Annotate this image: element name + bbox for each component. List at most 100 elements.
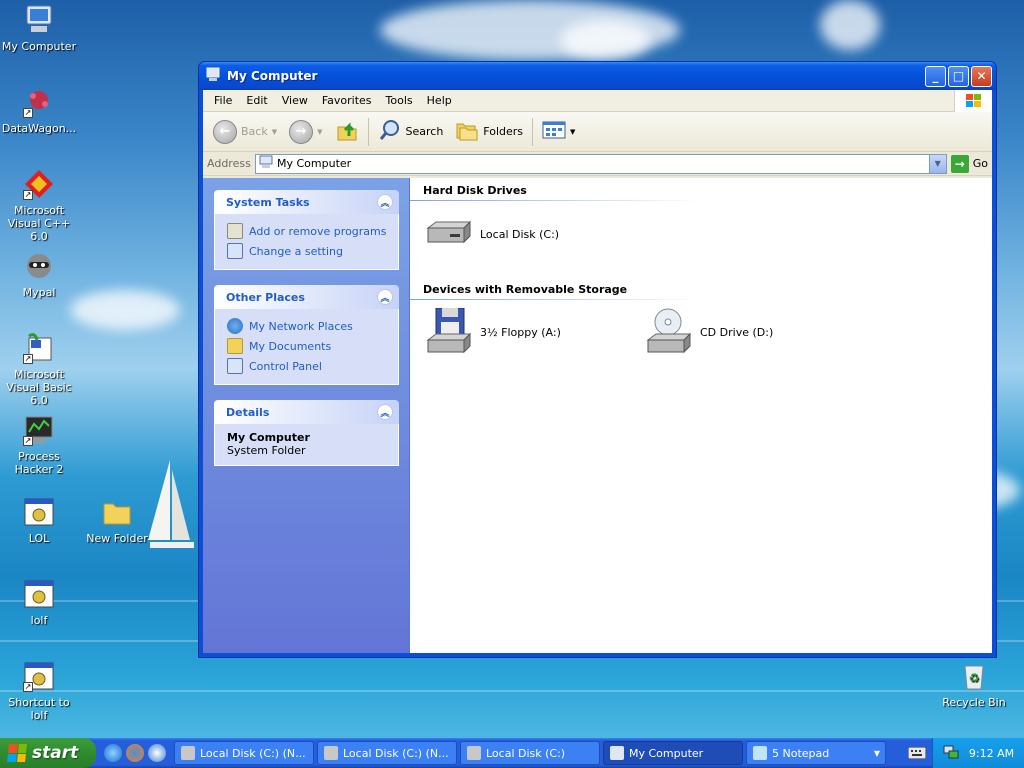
drive-floppy-a[interactable]: 3½ Floppy (A:) bbox=[424, 307, 561, 357]
media-player-icon[interactable] bbox=[148, 744, 166, 762]
computer-icon bbox=[205, 67, 221, 86]
collapse-chevron-icon[interactable]: ︽ bbox=[377, 289, 393, 305]
folders-button[interactable]: Folders bbox=[449, 118, 529, 145]
desktop-icon-label: New Folder bbox=[86, 532, 148, 545]
taskbar-button-local-disk-3[interactable]: Local Disk (C:) bbox=[460, 741, 600, 765]
views-icon bbox=[542, 120, 566, 143]
collapse-chevron-icon[interactable]: ︽ bbox=[377, 404, 393, 420]
minimize-button[interactable]: _ bbox=[925, 65, 946, 87]
shortcut-arrow-icon: ↗ bbox=[23, 354, 33, 364]
add-remove-programs-icon bbox=[227, 223, 243, 239]
place-my-network-places[interactable]: My Network Places bbox=[227, 316, 388, 336]
desktop-icon-lol[interactable]: LOL bbox=[0, 496, 78, 545]
collapse-chevron-icon[interactable]: ︽ bbox=[377, 194, 393, 210]
floppy-drive-icon bbox=[424, 307, 474, 357]
firefox-icon[interactable] bbox=[126, 744, 144, 762]
menu-view[interactable]: View bbox=[275, 94, 315, 107]
desktop-icon-shortcut-to-lolf[interactable]: ↗ Shortcut to lolf bbox=[0, 660, 78, 722]
system-tasks-header[interactable]: System Tasks ︽ bbox=[214, 190, 399, 214]
sea-glint bbox=[0, 690, 1024, 692]
my-documents-icon bbox=[227, 338, 243, 354]
desktop-icon-recycle-bin[interactable]: ♻ Recycle Bin bbox=[935, 660, 1013, 709]
forward-button[interactable]: → ▼ bbox=[283, 119, 328, 144]
search-button[interactable]: Search bbox=[372, 118, 450, 145]
system-tray: 9:12 AM bbox=[932, 738, 1024, 768]
taskbar-button-local-disk-1[interactable]: Local Disk (C:) (N... bbox=[174, 741, 314, 765]
menu-file[interactable]: File bbox=[207, 94, 239, 107]
chevron-down-icon: ▼ bbox=[873, 748, 880, 758]
task-label: Add or remove programs bbox=[249, 224, 387, 238]
taskbar-button-my-computer[interactable]: My Computer bbox=[603, 741, 743, 765]
visual-cpp-icon: ↗ bbox=[23, 168, 55, 200]
clock[interactable]: 9:12 AM bbox=[969, 747, 1014, 760]
taskbar-button-local-disk-2[interactable]: Local Disk (C:) (N... bbox=[317, 741, 457, 765]
visual-basic-icon: ↗ bbox=[23, 332, 55, 364]
control-panel-icon bbox=[227, 358, 243, 374]
chevron-down-icon: ▼ bbox=[317, 127, 323, 136]
chevron-down-icon: ▼ bbox=[934, 159, 941, 168]
cloud bbox=[820, 0, 880, 50]
task-change-setting[interactable]: Change a setting bbox=[227, 241, 388, 261]
menu-help[interactable]: Help bbox=[420, 94, 459, 107]
desktop-icon-label: Process Hacker 2 bbox=[14, 450, 64, 476]
desktop-icon-label: My Computer bbox=[1, 40, 77, 53]
desktop-icon-datawagon[interactable]: ↗ DataWagon... bbox=[0, 86, 78, 135]
close-icon: ✕ bbox=[976, 69, 987, 83]
desktop-icon-visual-cpp[interactable]: ↗ Microsoft Visual C++ 6.0 bbox=[0, 168, 78, 243]
shortcut-arrow-icon: ↗ bbox=[23, 436, 33, 446]
drive-label: Local Disk (C:) bbox=[480, 228, 560, 241]
back-arrow-icon: ← bbox=[213, 119, 237, 144]
toolbar: ← Back ▼ → ▼ Search Folders ▼ bbox=[203, 112, 992, 152]
up-button[interactable] bbox=[329, 118, 365, 145]
notepad-icon bbox=[753, 746, 767, 760]
place-my-documents[interactable]: My Documents bbox=[227, 336, 388, 356]
taskbar-buttons: Local Disk (C:) (N... Local Disk (C:) (N… bbox=[174, 741, 906, 765]
taskbar-button-notepad-group[interactable]: 5 Notepad ▼ bbox=[746, 741, 886, 765]
views-button[interactable]: ▼ bbox=[536, 120, 581, 143]
internet-explorer-icon[interactable] bbox=[104, 744, 122, 762]
desktop-icon-visual-basic[interactable]: ↗ Microsoft Visual Basic 6.0 bbox=[0, 332, 78, 407]
keyboard-icon[interactable] bbox=[906, 741, 928, 765]
start-button[interactable]: start bbox=[0, 738, 96, 768]
other-places-header[interactable]: Other Places ︽ bbox=[214, 285, 399, 309]
computer-icon bbox=[23, 4, 55, 36]
desktop-icon-new-folder[interactable]: New Folder bbox=[78, 496, 156, 545]
network-icon[interactable] bbox=[943, 744, 959, 763]
maximize-button[interactable]: □ bbox=[948, 65, 969, 87]
desktop-icon-process-hacker[interactable]: ↗ Process Hacker 2 bbox=[0, 414, 78, 476]
place-label: Control Panel bbox=[249, 359, 322, 373]
chevron-down-icon: ▼ bbox=[271, 127, 278, 136]
task-add-remove-programs[interactable]: Add or remove programs bbox=[227, 221, 388, 241]
title-bar[interactable]: My Computer _ □ ✕ bbox=[199, 62, 996, 90]
explorer-window: My Computer _ □ ✕ File Edit View Favorit… bbox=[198, 61, 997, 658]
desktop-icon-my-computer[interactable]: My Computer bbox=[0, 4, 78, 53]
control-panel-icon bbox=[227, 243, 243, 259]
desktop-icon-mypal[interactable]: Mypal bbox=[0, 250, 78, 299]
windows-logo-icon bbox=[954, 90, 992, 112]
window-title: My Computer bbox=[227, 69, 318, 83]
menu-edit[interactable]: Edit bbox=[239, 94, 274, 107]
content-area: System Tasks ︽ Add or remove programs Ch… bbox=[203, 178, 992, 653]
task-pane: System Tasks ︽ Add or remove programs Ch… bbox=[203, 178, 410, 653]
details-header[interactable]: Details ︽ bbox=[214, 400, 399, 424]
desktop-icon-lolf[interactable]: lolf bbox=[0, 578, 78, 627]
search-label: Search bbox=[405, 125, 444, 138]
go-button[interactable]: → Go bbox=[950, 154, 988, 173]
cd-drive-icon bbox=[644, 308, 694, 357]
desktop-icon-label: Microsoft Visual Basic 6.0 bbox=[6, 368, 72, 407]
task-label: Change a setting bbox=[249, 244, 343, 258]
back-button[interactable]: ← Back ▼ bbox=[207, 119, 283, 144]
quick-launch bbox=[96, 744, 174, 762]
chevron-down-icon: ▼ bbox=[570, 127, 576, 136]
recycle-bin-icon: ♻ bbox=[958, 660, 990, 692]
drive-local-disk-c[interactable]: Local Disk (C:) bbox=[424, 216, 559, 253]
group-divider bbox=[410, 299, 700, 300]
menu-favorites[interactable]: Favorites bbox=[315, 94, 379, 107]
drive-cd-d[interactable]: CD Drive (D:) bbox=[644, 308, 773, 357]
menu-tools[interactable]: Tools bbox=[379, 94, 420, 107]
address-field[interactable]: My Computer ▼ bbox=[255, 153, 947, 174]
address-dropdown-button[interactable]: ▼ bbox=[928, 154, 946, 173]
shortcut-arrow-icon: ↗ bbox=[23, 190, 33, 200]
close-button[interactable]: ✕ bbox=[971, 65, 992, 87]
place-control-panel[interactable]: Control Panel bbox=[227, 356, 388, 376]
